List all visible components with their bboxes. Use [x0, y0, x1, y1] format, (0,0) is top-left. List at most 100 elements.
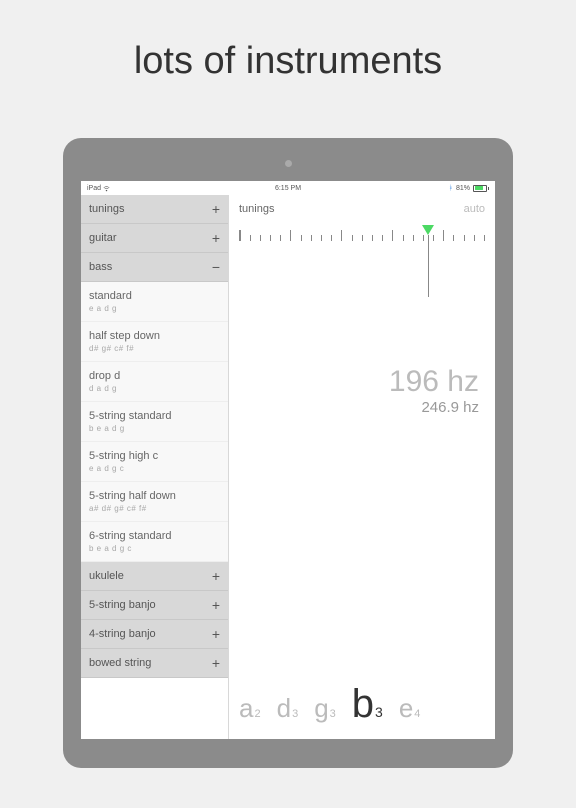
- sidebar-category-tunings[interactable]: tunings +: [81, 195, 228, 224]
- scale-tick: [464, 235, 465, 241]
- detected-frequency: 246.9 hz: [239, 399, 479, 416]
- note-letter: a: [239, 693, 253, 723]
- tuning-notes: b e a d g: [89, 424, 220, 433]
- marketing-headline: lots of instruments: [0, 40, 576, 83]
- tuning-5string-high-c[interactable]: 5-string high c e a d g c: [81, 442, 228, 482]
- tuning-drop-d[interactable]: drop d d a d g: [81, 362, 228, 402]
- plus-icon: +: [212, 230, 220, 246]
- ipad-frame: iPad 6:15 PM ᚼ 81% tunings + guit: [63, 138, 513, 768]
- category-label: tunings: [89, 203, 124, 215]
- battery-percent: 81%: [456, 185, 470, 192]
- sidebar-category-bowed-string[interactable]: bowed string +: [81, 649, 228, 678]
- clock: 6:15 PM: [275, 185, 301, 192]
- tuning-title: half step down: [89, 330, 220, 342]
- category-label: 5-string banjo: [89, 599, 156, 611]
- plus-icon: +: [212, 201, 220, 217]
- category-label: bowed string: [89, 657, 151, 669]
- sidebar-category-bass[interactable]: bass −: [81, 253, 228, 282]
- sidebar: tunings + guitar + bass − standard e a d…: [81, 195, 229, 739]
- scale-tick: [392, 230, 394, 241]
- note-d3[interactable]: d3: [277, 693, 299, 724]
- scale-tick: [403, 235, 404, 241]
- sidebar-category-guitar[interactable]: guitar +: [81, 224, 228, 253]
- plus-icon: +: [212, 568, 220, 584]
- plus-icon: +: [212, 655, 220, 671]
- note-letter: e: [399, 693, 413, 723]
- scale-tick: [362, 235, 363, 241]
- note-octave: 3: [292, 708, 298, 720]
- scale-tick: [331, 235, 332, 241]
- scale-tick: [484, 235, 485, 241]
- scale-tick: [423, 235, 424, 241]
- sidebar-category-4string-banjo[interactable]: 4-string banjo +: [81, 620, 228, 649]
- note-octave: 3: [330, 708, 336, 720]
- category-label: guitar: [89, 232, 117, 244]
- scale-tick: [321, 235, 322, 241]
- app-screen: iPad 6:15 PM ᚼ 81% tunings + guit: [81, 181, 495, 739]
- note-octave: 3: [375, 704, 383, 720]
- pitch-indicator: [428, 225, 434, 297]
- wifi-icon: [103, 185, 110, 192]
- device-label: iPad: [87, 185, 101, 192]
- minus-icon: −: [212, 259, 220, 275]
- note-letter: b: [352, 682, 374, 726]
- status-bar: iPad 6:15 PM ᚼ 81%: [81, 181, 495, 195]
- tuning-notes: b e a d g c: [89, 544, 220, 553]
- note-letter: g: [314, 693, 328, 723]
- scale-tick: [372, 235, 373, 241]
- note-b3[interactable]: b3: [352, 682, 383, 727]
- scale-tick: [260, 235, 261, 241]
- plus-icon: +: [212, 626, 220, 642]
- tuning-5string-standard[interactable]: 5-string standard b e a d g: [81, 402, 228, 442]
- scale-tick: [352, 235, 353, 241]
- category-label: ukulele: [89, 570, 124, 582]
- scale-tick: [413, 235, 414, 241]
- scale-tick: [443, 230, 445, 241]
- note-letter: d: [277, 693, 291, 723]
- tuning-standard[interactable]: standard e a d g: [81, 282, 228, 322]
- bluetooth-icon: ᚼ: [449, 185, 453, 192]
- plus-icon: +: [212, 597, 220, 613]
- note-e4[interactable]: e4: [399, 693, 421, 724]
- tuning-notes: e a d g: [89, 304, 220, 313]
- camera-dot: [285, 160, 292, 167]
- note-octave: 2: [254, 708, 260, 720]
- tuning-6string-standard[interactable]: 6-string standard b e a d g c: [81, 522, 228, 562]
- scale-tick: [301, 235, 302, 241]
- tuning-notes: a# d# g# c# f#: [89, 504, 220, 513]
- sidebar-category-ukulele[interactable]: ukulele +: [81, 562, 228, 591]
- tuning-half-step-down[interactable]: half step down d# g# c# f#: [81, 322, 228, 362]
- tuner-panel: tunings auto 196 hz 246.9 hz a2d3g3b3e4: [229, 195, 495, 739]
- scale-tick: [270, 235, 271, 241]
- tuning-notes: d a d g: [89, 384, 220, 393]
- scale-tick: [341, 230, 343, 241]
- note-octave: 4: [414, 708, 420, 720]
- tuning-title: 6-string standard: [89, 530, 220, 542]
- tuning-scale: [239, 229, 485, 255]
- tuning-title: 5-string high c: [89, 450, 220, 462]
- triangle-icon: [422, 225, 434, 235]
- scale-tick: [453, 235, 454, 241]
- scale-tick: [474, 235, 475, 241]
- tuning-title: 5-string standard: [89, 410, 220, 422]
- scale-tick: [290, 230, 292, 241]
- tuning-title: 5-string half down: [89, 490, 220, 502]
- scale-tick: [311, 235, 312, 241]
- scale-tick: [280, 235, 281, 241]
- auto-toggle[interactable]: auto: [464, 203, 485, 215]
- app-body: tunings + guitar + bass − standard e a d…: [81, 195, 495, 739]
- note-g3[interactable]: g3: [314, 693, 336, 724]
- string-notes-row: a2d3g3b3e4: [239, 682, 495, 727]
- tuner-title[interactable]: tunings: [239, 203, 274, 215]
- note-a2[interactable]: a2: [239, 693, 261, 724]
- needle: [428, 235, 429, 297]
- target-frequency: 196 hz: [239, 365, 479, 399]
- category-label: bass: [89, 261, 112, 273]
- sidebar-category-5string-banjo[interactable]: 5-string banjo +: [81, 591, 228, 620]
- tuning-title: standard: [89, 290, 220, 302]
- tuning-5string-half-down[interactable]: 5-string half down a# d# g# c# f#: [81, 482, 228, 522]
- scale-tick: [382, 235, 383, 241]
- scale-tick: [250, 235, 251, 241]
- tuning-notes: e a d g c: [89, 464, 220, 473]
- tuning-title: drop d: [89, 370, 220, 382]
